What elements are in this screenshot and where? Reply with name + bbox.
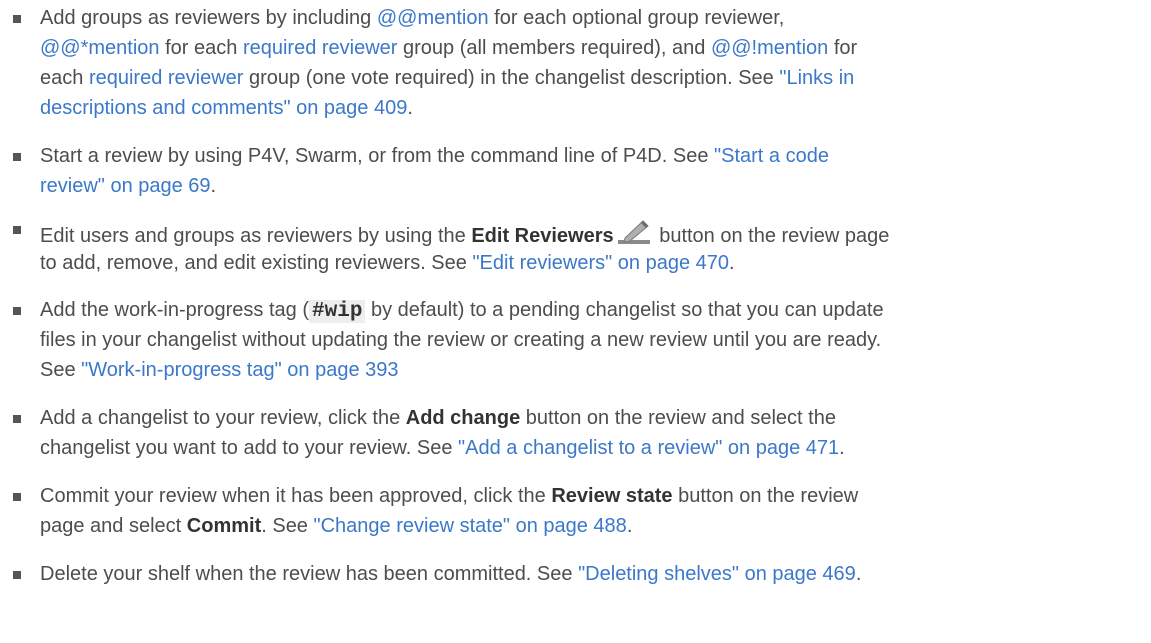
body-text: by default) to a pending changelist so t…	[365, 299, 884, 321]
text-line: Delete your shelf when the review has be…	[40, 560, 861, 588]
body-text: Add the work-in-progress tag (	[40, 299, 310, 321]
bullet-icon	[13, 493, 21, 501]
ui-element-name: Review state	[551, 485, 673, 507]
text-line: changelist you want to add to your revie…	[40, 434, 845, 462]
ui-element-name: Edit Reviewers	[471, 225, 614, 247]
body-text: Commit your review when it has been appr…	[40, 485, 552, 507]
bullet-icon	[13, 226, 21, 234]
body-text: Add groups as reviewers by including	[40, 7, 377, 29]
text-line: See "Work-in-progress tag" on page 393	[40, 356, 399, 384]
bullet-icon	[13, 415, 21, 423]
body-text: group (all members required), and	[397, 37, 711, 59]
cross-reference-link[interactable]: required reviewer	[89, 67, 244, 89]
text-line: descriptions and comments" on page 409.	[40, 94, 413, 122]
cross-reference-link[interactable]: "Links in	[779, 67, 854, 89]
body-text: .	[729, 252, 735, 274]
cross-reference-link[interactable]: descriptions and comments" on page 409	[40, 97, 407, 119]
text-line: @@*mention for each required reviewer gr…	[40, 34, 857, 62]
cross-reference-link[interactable]: @@mention	[377, 7, 489, 29]
cross-reference-link[interactable]: "Add a changelist to a review" on page 4…	[458, 437, 839, 459]
cross-reference-link[interactable]: "Edit reviewers" on page 470	[472, 252, 729, 274]
bullet-icon	[13, 15, 21, 23]
cross-reference-link[interactable]: @@*mention	[40, 37, 160, 59]
body-text: button on the review	[672, 485, 859, 507]
cross-reference-link[interactable]: "Change review state" on page 488	[314, 515, 627, 537]
body-text: .	[210, 175, 217, 197]
pencil-icon	[616, 219, 652, 245]
body-text: button on the review page	[653, 225, 890, 247]
body-text: page and select	[40, 515, 187, 537]
body-text: .	[626, 515, 633, 537]
text-line: page and select Commit. See "Change revi…	[40, 512, 632, 540]
body-text: files in your changelist without updatin…	[40, 329, 882, 351]
body-text: for each	[159, 37, 243, 59]
text-line: review" on page 69.	[40, 172, 216, 200]
text-line: Edit users and groups as reviewers by us…	[40, 219, 889, 247]
ui-element-name: Commit	[186, 515, 262, 537]
text-line: Commit your review when it has been appr…	[40, 482, 858, 510]
cross-reference-link[interactable]: "Start a code	[714, 145, 829, 167]
cross-reference-link[interactable]: required reviewer	[243, 37, 398, 59]
body-text: group (one vote required) in the changel…	[243, 67, 780, 89]
text-line: Add a changelist to your review, click t…	[40, 404, 836, 432]
body-text: Add a changelist to your review, click t…	[40, 407, 406, 429]
cross-reference-link[interactable]: "Deleting shelves" on page 469	[578, 563, 856, 585]
text-line: Start a review by using P4V, Swarm, or f…	[40, 142, 829, 170]
ui-element-name: Add change	[405, 407, 521, 429]
cross-reference-link[interactable]: @@!mention	[711, 37, 828, 59]
body-text: to add, remove, and edit existing review…	[40, 252, 473, 274]
bullet-icon	[13, 153, 21, 161]
body-text: Start a review by using P4V, Swarm, or f…	[40, 145, 715, 167]
body-text: Delete your shelf when the review has be…	[40, 563, 579, 585]
bullet-icon	[13, 307, 21, 315]
body-text: .	[855, 563, 862, 585]
body-text: . See	[261, 515, 314, 537]
body-text: for	[828, 37, 858, 59]
body-text: See	[40, 359, 82, 381]
text-line: files in your changelist without updatin…	[40, 326, 881, 354]
text-line: Add the work-in-progress tag (#wip by de…	[40, 296, 884, 324]
body-text: for each optional group reviewer,	[488, 7, 785, 29]
body-text: button on the review and select the	[520, 407, 836, 429]
body-text: .	[407, 97, 413, 119]
body-text: each	[40, 67, 89, 89]
cross-reference-link[interactable]: review" on page 69	[40, 175, 211, 197]
text-line: to add, remove, and edit existing review…	[40, 249, 735, 277]
cross-reference-link[interactable]: "Work-in-progress tag" on page 393	[81, 359, 398, 381]
bullet-icon	[13, 571, 21, 579]
text-line: Add groups as reviewers by including @@m…	[40, 4, 784, 32]
body-text: Edit users and groups as reviewers by us…	[40, 225, 472, 247]
body-text: .	[839, 437, 845, 459]
text-line: each required reviewer group (one vote r…	[40, 64, 854, 92]
body-text: changelist you want to add to your revie…	[40, 437, 459, 459]
inline-code: #wip	[309, 300, 366, 323]
